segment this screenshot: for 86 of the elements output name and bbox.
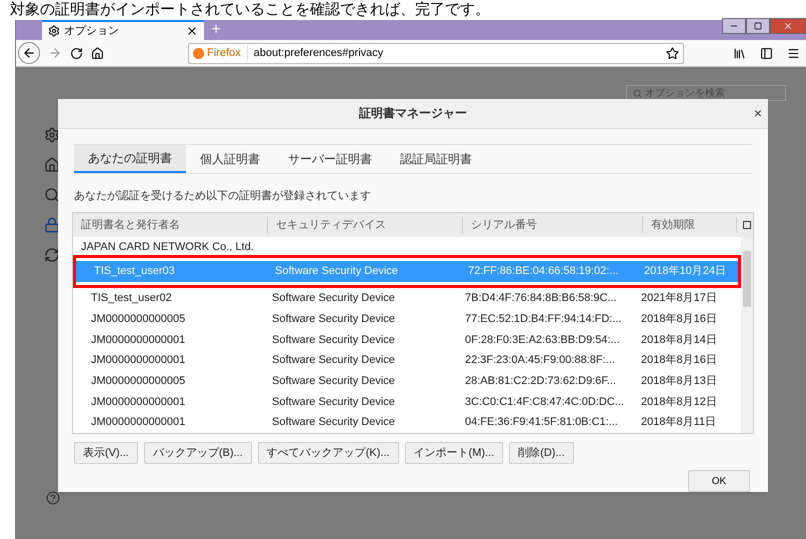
table-cell-text: 3C:C0:C1:4F:C8:47:4C:0D:DC... [464,394,625,410]
dialog-title: 証明書マネージャー [359,105,467,122]
menu-icon[interactable] [787,46,800,60]
library-icon[interactable] [733,46,746,60]
column-picker-icon[interactable] [743,221,751,229]
table-cell-text: 2018年8月16日 [641,312,718,327]
tab[interactable]: 認証局証明書 [386,144,486,172]
sync-icon[interactable] [44,247,60,263]
table-cell-text: Software Security Device [271,312,396,327]
search-icon [633,88,642,98]
table-cell-text: JM0000000000001 [90,353,186,368]
minimize-button[interactable] [722,18,746,34]
column-header[interactable]: シリアル番号 [463,216,643,234]
table-cell-text: 72:FF:86:BE:04:66:58:19:02:... [467,264,620,280]
tab[interactable]: あなたの証明書 [74,144,186,172]
column-header[interactable]: 有効期限 [643,216,737,234]
browser-tab[interactable]: オプション [42,20,204,40]
certificate-row[interactable]: JM0000000000001 Software Security Device 22:3F:23:0A:45:F9:00:88:8F:... 2018年8月16日 [73,350,741,371]
help-icon[interactable] [46,491,60,505]
table-cell-text: TIS_test_user03 [93,264,176,280]
forward-icon[interactable] [48,46,62,60]
search-icon[interactable] [44,187,60,203]
address-bar[interactable]: Firefox about:preferences#privacy [188,42,684,64]
home-icon[interactable] [44,157,60,173]
action-button[interactable]: すべてバックアップ(K)... [258,442,399,464]
action-button[interactable]: 表示(V)... [74,442,138,464]
home-icon[interactable] [91,46,104,60]
column-header[interactable]: 証明書名と発行者名 [73,216,268,234]
table-cell-text: 22:3F:23:0A:45:F9:00:88:8F:... [464,353,616,368]
maximize-icon [754,22,762,30]
ok-button[interactable]: OK [688,470,750,492]
table-cell-text: JM0000000000005 [90,374,186,389]
table-cell-text: JM0000000000001 [90,394,186,410]
certificate-row[interactable]: JM0000000000005 Software Security Device 28:AB:81:C2:2D:73:62:D9:6F... 2018年8月13日 [73,370,741,392]
table-cell-text: Software Security Device [271,353,396,368]
table-cell-text: Software Security Device [271,291,396,306]
table-cell-text: 2018年10月24日 [644,264,727,280]
back-button[interactable] [18,42,40,64]
scrollbar[interactable] [741,237,753,433]
action-button[interactable]: インポート(M)... [404,442,504,464]
certificate-row[interactable]: JM0000000000001 Software Security Device 0F:28:F0:3E:A2:63:BB:D9:54:... 2018年8月14日 [73,329,741,350]
table-cell-text: 2018年8月11日 [641,415,718,430]
table-cell-text: 2021年8月17日 [641,291,718,306]
table-cell-text: 77:EC:52:1D:B4:FF:94:14:FD:... [464,312,623,327]
table-cell-text: Software Security Device [271,415,396,430]
table-cell-text: JM0000000000005 [90,312,186,327]
table-cell-text: TIS_test_user02 [90,291,173,306]
table-cell-text: 2018年8月14日 [641,332,718,348]
action-button[interactable]: 削除(D)... [509,442,574,464]
certificate-row[interactable]: JM0000000000001 Software Security Device 04:FE:36:F9:41:5F:81:0B:C1:... 2018年8月11日 [73,412,741,433]
sidebar-icon[interactable] [760,46,773,60]
action-button[interactable]: バックアップ(B)... [144,442,252,464]
table-cell-text: Software Security Device [274,264,399,280]
table-cell-text: 2018年8月13日 [641,374,718,389]
close-button[interactable]: × [754,102,762,124]
table-cell-text: Software Security Device [271,394,396,410]
column-header[interactable]: セキュリティデバイス [268,216,463,234]
bookmark-star-icon[interactable] [666,46,679,60]
url-text: about:preferences#privacy [254,46,384,61]
certificate-row[interactable]: JM0000000000001 Software Security Device 3C:C0:C1:4F:C8:47:4C:0D:DC... 2018年8月12日 [73,392,741,412]
description: あなたが認証を受けるため以下の証明書が登録されています [74,188,372,204]
settings-icon [48,25,60,37]
url-brand: Firefox [207,44,248,62]
maximize-button[interactable] [746,18,770,34]
table-cell-text: 04:FE:36:F9:41:5F:81:0B:C1:... [464,415,619,430]
table-cell-text: JM0000000000001 [90,415,186,430]
close-icon [783,21,793,31]
firefox-logo-icon [193,48,204,58]
tab[interactable]: サーバー証明書 [274,144,386,172]
reload-icon[interactable] [70,46,83,60]
group-row[interactable]: JAPAN CARD NETWORK Co., Ltd. [73,239,741,255]
settings-icon[interactable] [44,127,60,143]
table-cell-text: 0F:28:F0:3E:A2:63:BB:D9:54:... [464,332,621,348]
table-cell-text: 2018年8月16日 [641,353,718,368]
close-icon[interactable] [186,25,198,37]
certificate-row[interactable]: JM0000000000005 Software Security Device 77:EC:52:1D:B4:FF:94:14:FD:... 2018年8月16日 [73,308,741,330]
table-cell-text: JM0000000000001 [90,332,186,348]
caption: 対象の証明書がインポートされていることを確認できれば、完了です。 [9,0,491,20]
table-cell-text: Software Security Device [271,374,396,389]
table-cell-text: 7B:D4:4F:76:84:8B:B6:58:9C... [464,291,618,306]
lock-icon[interactable] [44,217,60,233]
table-cell-text: 28:AB:81:C2:2D:73:62:D9:6F... [464,374,618,389]
table-cell-text: Software Security Device [271,332,396,348]
tab[interactable]: 個人証明書 [186,144,274,172]
table-cell-text: 2018年8月12日 [641,394,718,410]
certificate-row[interactable]: TIS_test_user02 Software Security Device 7B:D4:4F:76:84:8B:B6:58:9C... 2021年8月17日 [73,288,741,309]
